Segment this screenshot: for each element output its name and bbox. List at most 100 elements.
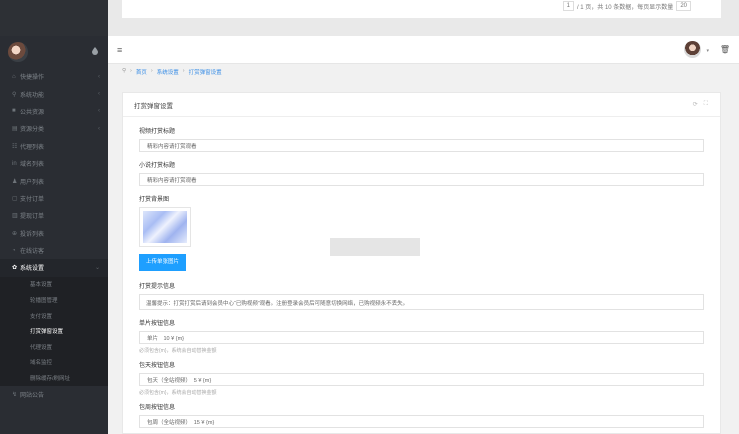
- novel-title-input[interactable]: 精彩内容请打赏观看: [139, 173, 704, 186]
- sidebar-item-label: 系统设置: [20, 266, 45, 273]
- sidebar-item-label: 系统功能: [20, 92, 45, 99]
- sidebar-item-system-functions[interactable]: ⚲ 系统功能 ‹: [0, 85, 108, 102]
- sidebar-item-users[interactable]: ♟ 用户列表: [0, 172, 108, 189]
- users-icon: ☷: [12, 143, 18, 150]
- background-sidebar: [0, 0, 108, 36]
- sidebar-item-label: 代理列表: [20, 144, 45, 151]
- clock-icon: ◔: [12, 247, 16, 254]
- submenu-basic-settings[interactable]: 基本设置: [0, 277, 108, 293]
- card-header: 打赏弹窗设置 ⟳ ⛶: [123, 93, 720, 117]
- breadcrumb-system-settings[interactable]: 系统设置: [157, 68, 179, 76]
- sidebar-item-online-visitors[interactable]: ◔ 在线访客: [0, 242, 108, 259]
- top-header: ≡ ▾ 🗑: [108, 36, 739, 64]
- breadcrumb-home[interactable]: 首页: [136, 68, 147, 76]
- refresh-icon[interactable]: ⟳: [693, 101, 698, 108]
- pagination: 1 / 1 页，共 10 条数据，每页显示数量 20: [562, 1, 691, 11]
- caret-down-icon[interactable]: ▾: [706, 48, 709, 54]
- page-size-input[interactable]: 20: [676, 1, 691, 11]
- novel-title-label: 小说打赏标题: [139, 163, 176, 169]
- video-title-input[interactable]: 精彩内容请打赏观看: [139, 139, 704, 152]
- flash-icon: ↯: [12, 392, 18, 399]
- submenu-agent-settings[interactable]: 代理设置: [0, 339, 108, 355]
- background-panel: 1 / 1 页，共 10 条数据，每页显示数量 20: [122, 0, 721, 18]
- chevron-left-icon: ‹: [98, 125, 100, 132]
- page-number-input[interactable]: 1: [562, 1, 574, 11]
- linkedin-icon: in: [12, 160, 17, 167]
- video-icon: ■: [12, 108, 16, 115]
- sidebar-item-complaints[interactable]: ⊕ 投诉列表: [0, 225, 108, 242]
- notice-label: 打赏提示信息: [139, 284, 176, 290]
- home-icon: ⌂: [12, 73, 16, 80]
- card-title: 打赏弹窗设置: [134, 102, 173, 110]
- sidebar: ⌂ 快捷操作 ‹ ⚲ 系统功能 ‹ ■ 公共资源 ‹ ▤ 资源分类 ‹ ☷ 代理列表 in 域名列表…: [0, 36, 108, 434]
- bank-icon: ▥: [12, 213, 18, 220]
- background-page-strip: 1 / 1 页，共 10 条数据，每页显示数量 20: [0, 0, 739, 36]
- trash-icon[interactable]: 🗑: [720, 45, 730, 54]
- day-button-label: 包天按钮信息: [139, 363, 176, 369]
- submenu-domain-monitor[interactable]: 域名监控: [0, 355, 108, 371]
- single-button-input[interactable]: 单片 10 ¥ {m}: [139, 331, 704, 344]
- chevron-left-icon: ‹: [98, 91, 100, 98]
- sidebar-item-label: 提现订单: [20, 214, 45, 221]
- sidebar-item-label: 投诉列表: [20, 231, 45, 238]
- background-image-thumb[interactable]: [139, 207, 191, 247]
- settings-form: 视频打赏标题 精彩内容请打赏观看 小说打赏标题 精彩内容请打赏观看 打赏背景图 …: [123, 117, 720, 428]
- sidebar-item-label: 用户列表: [20, 179, 45, 186]
- sidebar-logo: [0, 36, 108, 68]
- list-icon: ▤: [12, 126, 18, 133]
- sidebar-item-label: 域名列表: [20, 162, 45, 169]
- sidebar-item-label: 快捷操作: [20, 75, 45, 82]
- location-icon: ⚲: [122, 68, 127, 74]
- fullscreen-icon[interactable]: ⛶: [704, 101, 708, 108]
- settings-submenu: 基本设置 轮播图管理 支付设置 打赏弹窗设置 代理设置 域名监控 删除缓存/刷网…: [0, 276, 108, 386]
- user-avatar[interactable]: [684, 41, 701, 58]
- settings-card: 打赏弹窗设置 ⟳ ⛶ 视频打赏标题 精彩内容请打赏观看 小说打赏标题 精彩内容请…: [122, 92, 721, 434]
- submenu-clear-cache[interactable]: 删除缓存/刷网址: [0, 370, 108, 386]
- sidebar-item-resource-categories[interactable]: ▤ 资源分类 ‹: [0, 120, 108, 137]
- loading-overlay: [330, 238, 420, 256]
- single-button-label: 单片按钮信息: [139, 321, 176, 327]
- submenu-carousel[interactable]: 轮播图管理: [0, 292, 108, 308]
- globe-icon: ⊕: [12, 230, 18, 237]
- pagination-text: / 1 页，共 10 条数据，每页显示数量: [576, 4, 674, 11]
- sidebar-item-agents[interactable]: ☷ 代理列表: [0, 138, 108, 155]
- menu-toggle-icon[interactable]: ≡: [117, 45, 122, 55]
- sidebar-item-label: 公共资源: [20, 109, 45, 116]
- user-icon: ♟: [12, 178, 18, 185]
- chevron-down-icon: ⌄: [94, 265, 100, 272]
- card-icon: ▢: [12, 195, 18, 202]
- breadcrumb-current[interactable]: 打赏弹窗设置: [189, 68, 222, 76]
- submenu-reward-popup[interactable]: 打赏弹窗设置: [0, 323, 108, 339]
- upload-image-button[interactable]: 上传单张图片: [139, 254, 187, 271]
- sidebar-item-label: 网站公告: [20, 393, 45, 400]
- drop-icon: [92, 47, 98, 55]
- sidebar-item-withdraw-orders[interactable]: ▥ 提现订单: [0, 207, 108, 224]
- background-image-label: 打赏背景图: [139, 197, 170, 203]
- background-image-preview: [143, 211, 187, 243]
- day-button-input[interactable]: 包天（全站视频） 5 ¥ {m}: [139, 373, 704, 386]
- wrench-icon: ⚲: [12, 91, 17, 98]
- sidebar-item-announcements[interactable]: ↯ 网站公告: [0, 386, 108, 403]
- notice-textarea[interactable]: 温馨提示：打赏打赏后请到会员中心“已购视频”观看。注册登录会员后可随意切换网络，…: [139, 294, 704, 310]
- breadcrumb: ⚲ › 首页 › 系统设置 › 打赏弹窗设置: [122, 68, 222, 76]
- single-button-hint: 必须包含{m}，系统会自动替换金额: [139, 348, 217, 354]
- sidebar-item-domains[interactable]: in 域名列表: [0, 155, 108, 172]
- chevron-left-icon: ‹: [98, 108, 100, 115]
- admin-avatar[interactable]: [8, 42, 28, 62]
- sidebar-item-system-settings[interactable]: ✿ 系统设置 ⌄: [0, 259, 108, 277]
- week-button-label: 包周按钮信息: [139, 405, 176, 411]
- chevron-left-icon: ‹: [98, 73, 100, 80]
- sidebar-item-quick[interactable]: ⌂ 快捷操作 ‹: [0, 68, 108, 85]
- sidebar-item-label: 在线访客: [20, 249, 45, 256]
- week-button-input[interactable]: 包周（全站视频） 15 ¥ {m}: [139, 415, 704, 428]
- card-tools: ⟳ ⛶: [693, 101, 708, 108]
- submenu-payment-settings[interactable]: 支付设置: [0, 308, 108, 324]
- sidebar-menu: ⌂ 快捷操作 ‹ ⚲ 系统功能 ‹ ■ 公共资源 ‹ ▤ 资源分类 ‹ ☷ 代理列表 in 域名列表…: [0, 68, 108, 277]
- sidebar-item-public-resources[interactable]: ■ 公共资源 ‹: [0, 103, 108, 120]
- gear-icon: ✿: [12, 265, 18, 272]
- sidebar-item-payment-orders[interactable]: ▢ 支付订单: [0, 190, 108, 207]
- sidebar-item-label: 支付订单: [20, 196, 45, 203]
- video-title-label: 视频打赏标题: [139, 129, 176, 135]
- sidebar-item-label: 资源分类: [20, 127, 45, 134]
- day-button-hint: 必须包含{m}，系统会自动替换金额: [139, 390, 217, 396]
